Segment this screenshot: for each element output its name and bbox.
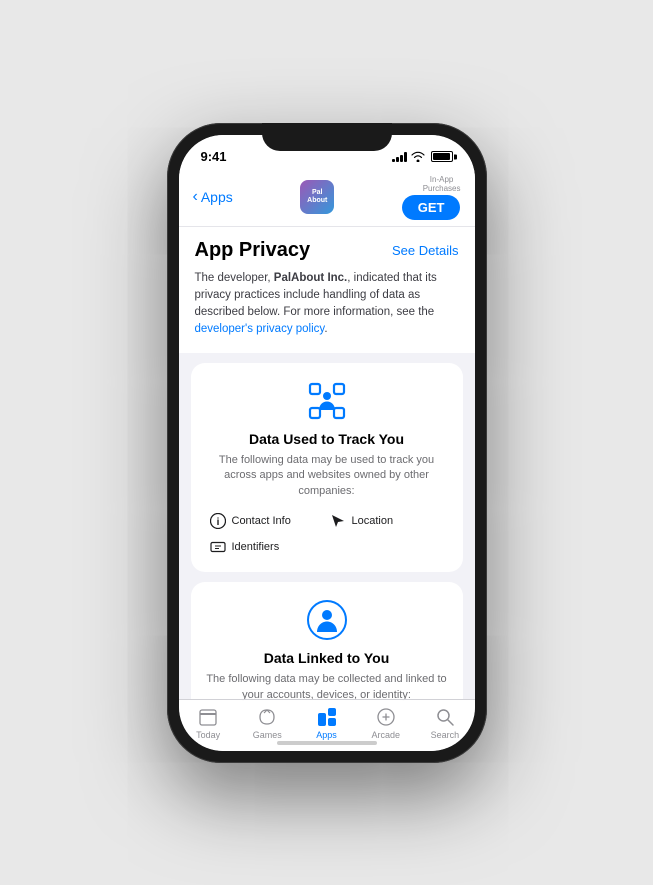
nav-right-area: In-App Purchases GET — [402, 175, 461, 220]
search-icon — [434, 706, 456, 728]
info-circle-icon: i — [209, 512, 227, 530]
track-item-contact: i Contact Info — [209, 512, 325, 530]
tab-apps[interactable]: Apps — [297, 706, 356, 740]
chevron-left-icon: ‹ — [193, 188, 198, 206]
in-app-label: In-App Purchases — [423, 175, 461, 193]
privacy-title-row: App Privacy See Details — [195, 239, 459, 262]
tab-arcade-label: Arcade — [371, 730, 400, 740]
phone-screen: 9:41 ‹ — [179, 135, 475, 751]
tab-arcade[interactable]: Arcade — [356, 706, 415, 740]
card-track-title: Data Used to Track You — [205, 431, 449, 447]
track-item-location: Location — [329, 512, 445, 530]
track-items-grid: i Contact Info Location — [205, 512, 449, 556]
card-linked-description: The following data may be collected and … — [205, 672, 449, 702]
games-icon — [256, 706, 278, 728]
signal-icon — [392, 152, 407, 162]
card-linked-you: Data Linked to You The following data ma… — [191, 582, 463, 702]
privacy-policy-link[interactable]: developer's privacy policy — [195, 323, 325, 335]
status-icons — [392, 151, 453, 162]
nav-bar: ‹ Apps PalAbout In-App Purchases GET — [179, 171, 475, 227]
content-scroll[interactable]: App Privacy See Details The developer, P… — [179, 227, 475, 703]
track-location-label: Location — [352, 515, 394, 527]
notch — [262, 123, 392, 151]
linked-icon-area — [205, 598, 449, 642]
tab-today-label: Today — [196, 730, 220, 740]
tab-search-label: Search — [431, 730, 460, 740]
track-you-icon — [305, 379, 349, 423]
tab-search[interactable]: Search — [415, 706, 474, 740]
track-identifiers-label: Identifiers — [232, 541, 280, 553]
card-linked-title: Data Linked to You — [205, 650, 449, 666]
card-track-description: The following data may be used to track … — [205, 453, 449, 501]
back-button[interactable]: ‹ Apps — [193, 188, 233, 206]
track-contact-label: Contact Info — [232, 515, 291, 527]
privacy-header: App Privacy See Details The developer, P… — [179, 227, 475, 353]
see-details-link[interactable]: See Details — [392, 243, 458, 258]
app-icon-container: PalAbout — [300, 180, 334, 214]
battery-icon — [431, 151, 453, 162]
get-button[interactable]: GET — [402, 195, 461, 220]
phone-frame: 9:41 ‹ — [167, 123, 487, 763]
track-icon-area — [205, 379, 449, 423]
developer-name: PalAbout Inc. — [274, 272, 347, 284]
status-time: 9:41 — [201, 149, 227, 164]
track-item-identifiers: Identifiers — [209, 538, 325, 556]
app-icon: PalAbout — [300, 180, 334, 214]
tab-apps-label: Apps — [316, 730, 337, 740]
card-track-you: Data Used to Track You The following dat… — [191, 363, 463, 573]
linked-you-icon — [305, 598, 349, 642]
wifi-icon — [411, 151, 425, 162]
home-indicator — [277, 741, 377, 745]
location-arrow-icon — [329, 512, 347, 530]
tab-games-label: Games — [253, 730, 282, 740]
id-card-icon — [209, 538, 227, 556]
tab-games[interactable]: Games — [238, 706, 297, 740]
tab-today[interactable]: Today — [179, 706, 238, 740]
back-label: Apps — [201, 189, 233, 205]
privacy-title: App Privacy — [195, 239, 311, 262]
today-icon — [197, 706, 219, 728]
arcade-icon — [375, 706, 397, 728]
apps-icon — [316, 706, 338, 728]
svg-text:i: i — [216, 517, 219, 528]
privacy-description: The developer, PalAbout Inc., indicated … — [195, 270, 459, 339]
